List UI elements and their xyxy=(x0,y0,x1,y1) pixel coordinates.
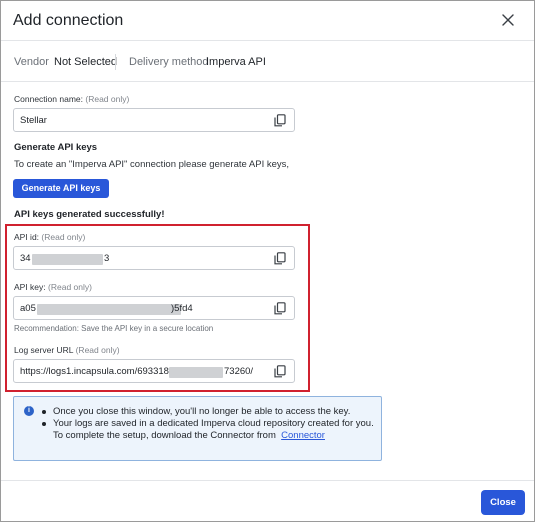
connection-name-label-text: Connection name: xyxy=(14,94,83,104)
vendor-label: Vendor xyxy=(14,56,49,68)
info-bullet: Your logs are saved in a dedicated Imper… xyxy=(42,418,374,429)
api-id-label-text: API id: xyxy=(14,232,40,242)
api-key-prefix: a05 xyxy=(20,303,36,314)
info-notice: i Once you close this window, you'll no … xyxy=(13,396,382,461)
api-id-prefix: 34 xyxy=(20,253,31,264)
api-id-field[interactable]: 34 3 xyxy=(13,246,295,270)
footer-divider xyxy=(1,480,534,481)
read-only-tag: (Read only) xyxy=(85,94,130,104)
api-keys-success-message: API keys generated successfully! xyxy=(14,209,165,220)
log-server-url-prefix: https://logs1.incapsula.com/6933185 xyxy=(20,366,175,377)
copy-icon[interactable] xyxy=(274,252,286,265)
read-only-tag: (Read only) xyxy=(48,282,92,292)
api-key-suffix: )5fd4 xyxy=(171,303,193,314)
api-key-label-text: API key: xyxy=(14,282,46,292)
api-key-recommendation: Recommendation: Save the API key in a se… xyxy=(14,324,214,333)
info-bullet: Once you close this window, you'll no lo… xyxy=(42,406,374,418)
dialog-title: Add connection xyxy=(13,12,124,29)
generate-api-keys-button[interactable]: Generate API keys xyxy=(13,179,109,198)
api-id-label: API id: (Read only) xyxy=(14,232,85,242)
api-key-label: API key: (Read only) xyxy=(14,282,92,292)
info-continuation: To complete the setup, download the Conn… xyxy=(53,430,325,441)
generate-api-keys-heading: Generate API keys xyxy=(14,142,98,153)
redacted-mask xyxy=(37,304,181,315)
log-server-url-field[interactable]: https://logs1.incapsula.com/6933185 7326… xyxy=(13,359,295,383)
redacted-mask xyxy=(32,254,103,265)
dialog-header: Add connection xyxy=(1,1,534,41)
redacted-mask xyxy=(169,367,223,378)
api-id-suffix: 3 xyxy=(104,253,110,264)
generate-api-keys-description: To create an "Imperva API" connection pl… xyxy=(14,159,290,170)
connection-meta-bar: Vendor Not Selected Delivery method Impe… xyxy=(1,42,534,82)
close-button[interactable]: Close xyxy=(481,490,525,515)
delivery-method-label: Delivery method xyxy=(129,56,209,68)
copy-icon[interactable] xyxy=(274,365,286,378)
read-only-tag: (Read only) xyxy=(75,345,120,355)
connector-link[interactable]: Connector xyxy=(281,430,325,441)
info-continuation-text: To complete the setup, download the Conn… xyxy=(53,430,276,441)
copy-icon[interactable] xyxy=(274,302,286,315)
log-server-url-suffix: 73260/ xyxy=(224,366,254,377)
info-bullet-list: Once you close this window, you'll no lo… xyxy=(42,406,374,430)
meta-divider xyxy=(115,54,116,70)
connection-name-value: Stellar xyxy=(20,115,47,126)
connection-name-label: Connection name: (Read only) xyxy=(14,94,129,104)
info-icon: i xyxy=(24,406,34,416)
close-icon[interactable] xyxy=(500,12,516,28)
log-server-url-label: Log server URL (Read only) xyxy=(14,345,120,355)
copy-icon[interactable] xyxy=(274,114,286,127)
connection-name-field[interactable]: Stellar xyxy=(13,108,295,132)
api-key-field[interactable]: a05 )5fd4 xyxy=(13,296,295,320)
delivery-method-value: Imperva API xyxy=(206,56,266,68)
vendor-value: Not Selected xyxy=(54,56,117,68)
add-connection-dialog: Add connection Vendor Not Selected Deliv… xyxy=(0,0,535,522)
read-only-tag: (Read only) xyxy=(41,232,86,242)
log-server-url-label-text: Log server URL xyxy=(14,345,74,355)
